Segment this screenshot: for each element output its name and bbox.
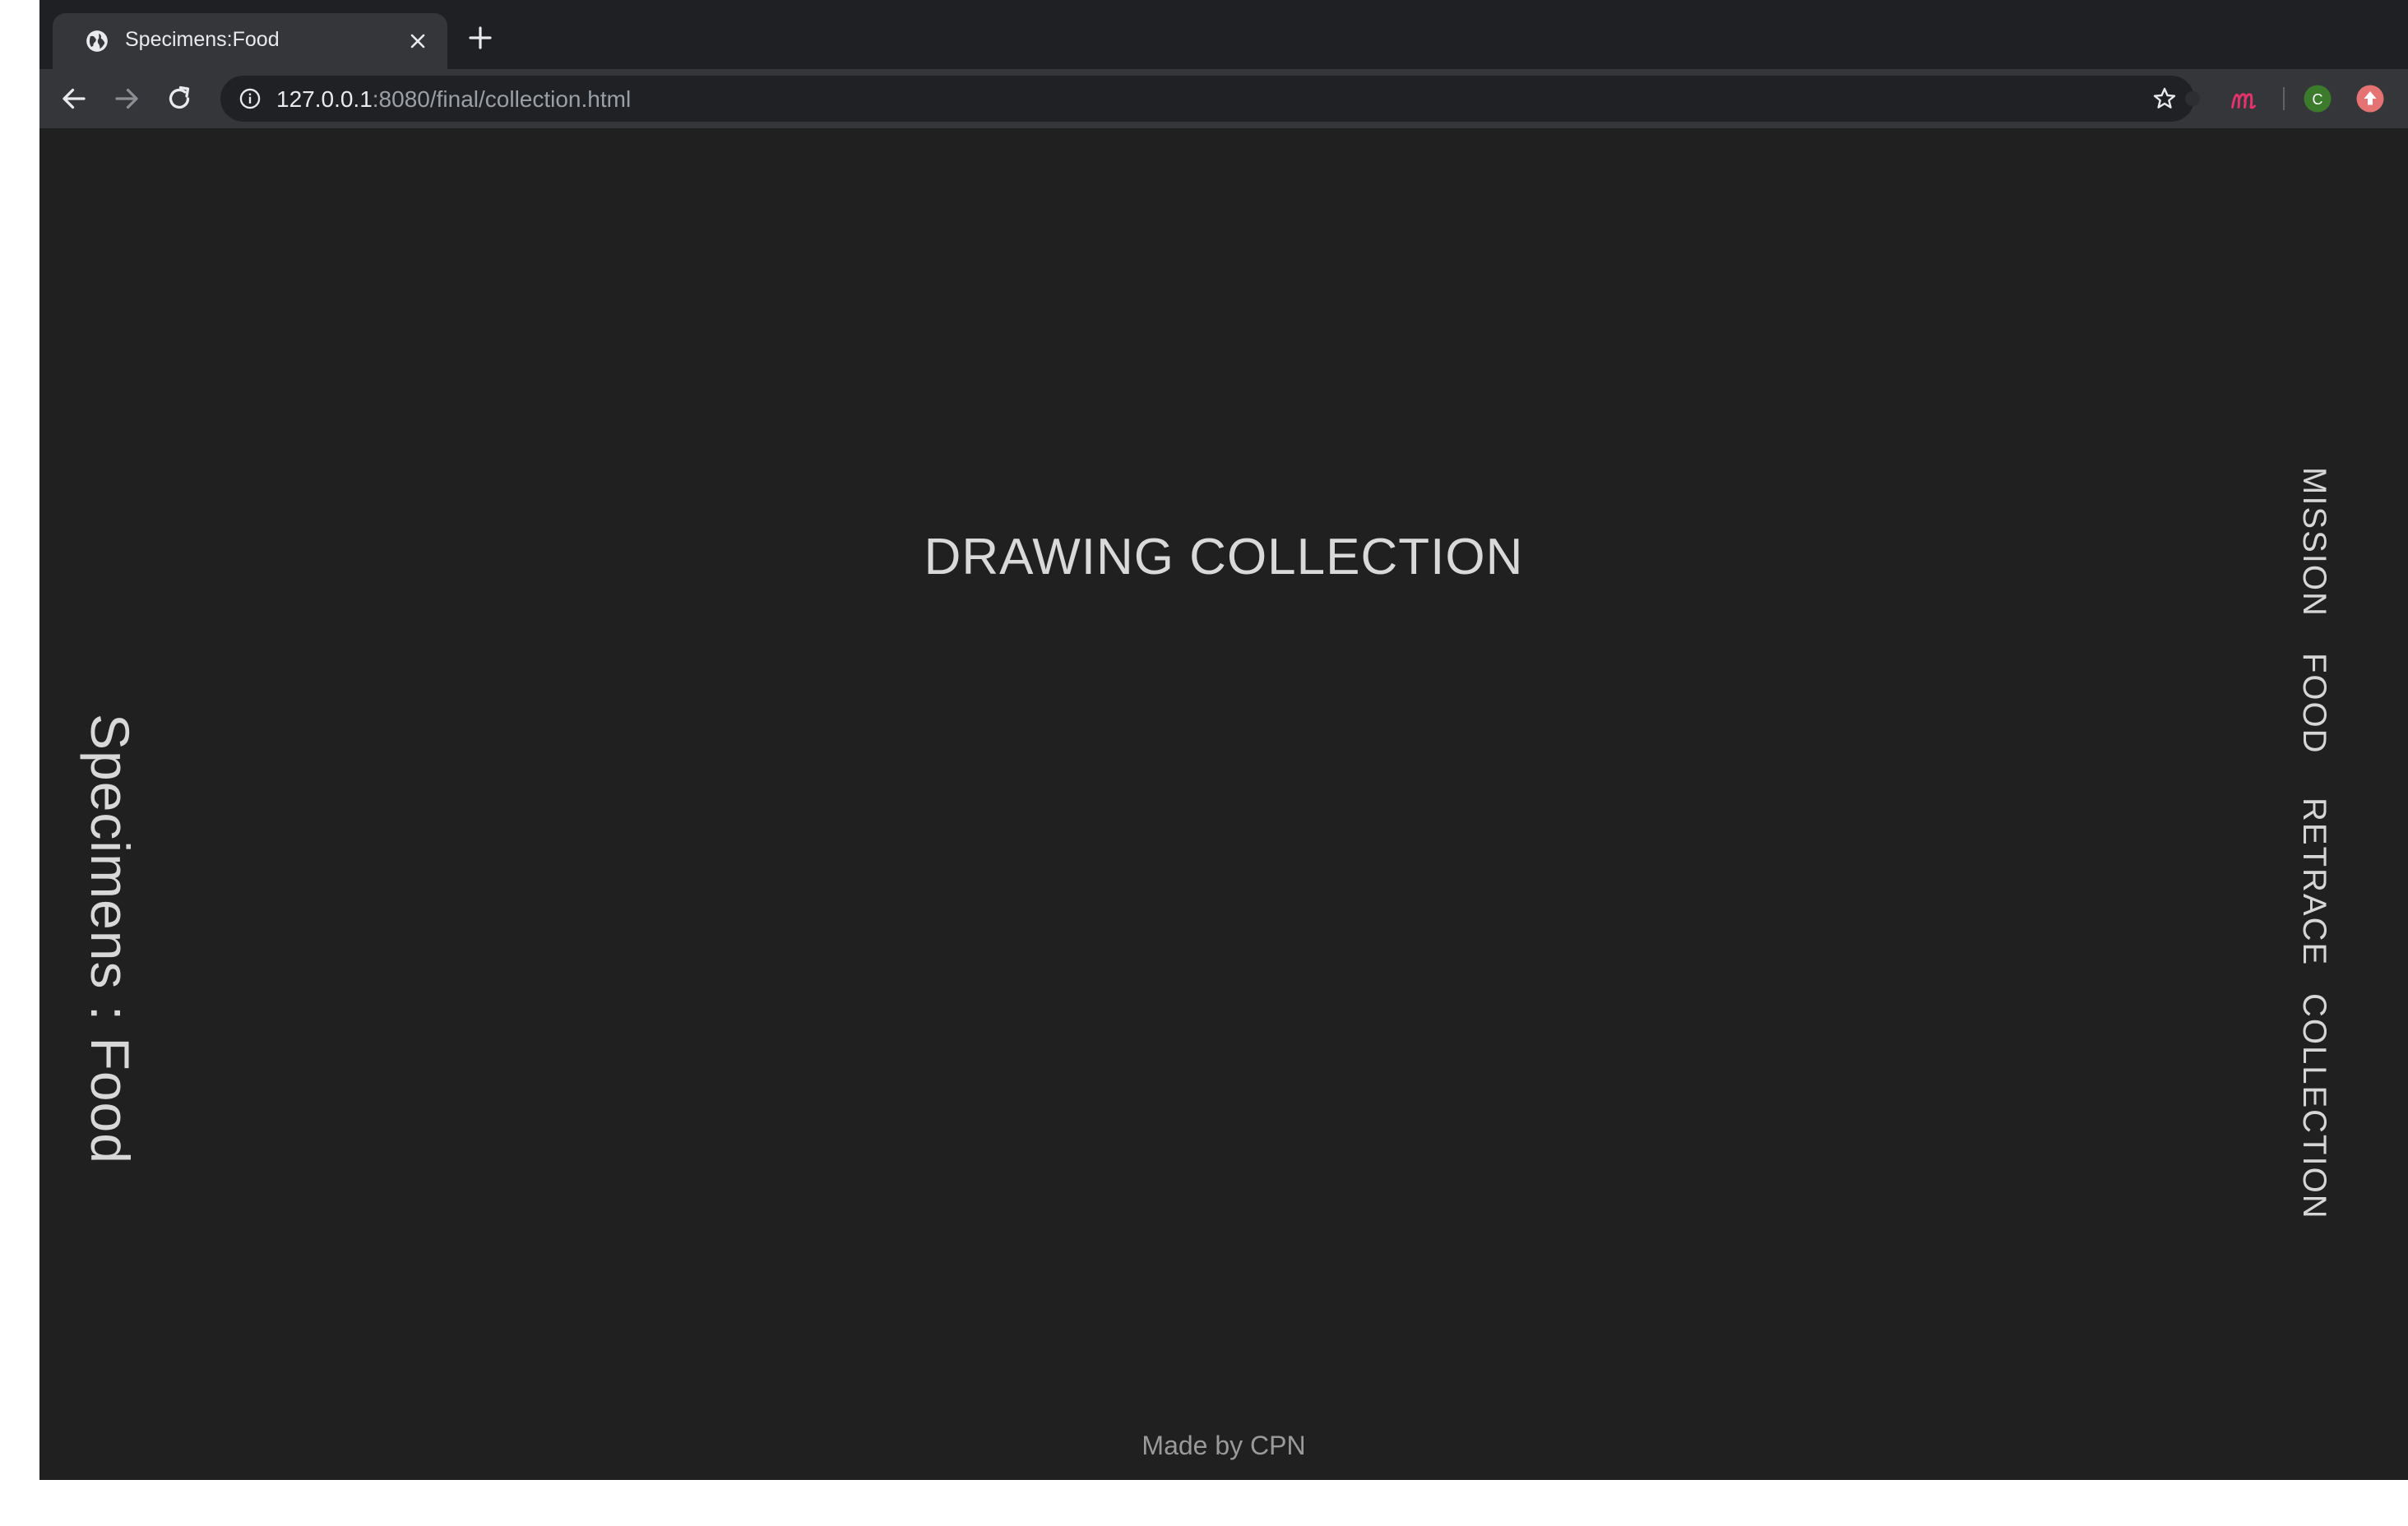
info-icon[interactable] [238, 87, 262, 110]
new-tab-plus-icon[interactable] [467, 25, 493, 51]
nav-link-mission[interactable]: MISSION [2295, 467, 2332, 617]
toolbar-divider [2283, 87, 2285, 110]
profile-initial: C [2313, 91, 2323, 108]
url-host: 127.0.0.1 [276, 86, 373, 112]
browser-toolbar: 127.0.0.1:8080/final/collection.html C [39, 69, 2408, 128]
extension-upload-icon[interactable] [2355, 84, 2385, 113]
forward-arrow-icon[interactable] [112, 84, 141, 113]
url-text[interactable]: 127.0.0.1:8080/final/collection.html [276, 86, 631, 113]
footer-credit: Made by CPN [1141, 1431, 1306, 1460]
profile-avatar-icon[interactable]: C [2303, 84, 2332, 113]
browser-tab[interactable]: Specimens:Food [53, 13, 447, 69]
address-bar[interactable]: 127.0.0.1:8080/final/collection.html [220, 76, 2194, 122]
reload-icon[interactable] [164, 84, 194, 113]
back-arrow-icon[interactable] [59, 84, 89, 113]
extension-faded-icon[interactable] [2178, 84, 2207, 113]
site-title[interactable]: Specimens : Food [79, 714, 141, 1164]
globe-icon [86, 30, 108, 52]
page-content: Specimens : Food DRAWING COLLECTION MISS… [39, 128, 2408, 1480]
extension-m-icon[interactable] [2229, 84, 2258, 113]
nav-link-retrace[interactable]: RETRACE [2295, 798, 2332, 966]
tab-strip: Specimens:Food [39, 0, 2408, 69]
bookmark-star-icon[interactable] [2151, 86, 2178, 112]
tab-title: Specimens:Food [125, 28, 280, 51]
url-path: :8080/final/collection.html [372, 86, 632, 112]
close-icon[interactable] [406, 30, 429, 53]
page-heading: DRAWING COLLECTION [924, 529, 1524, 585]
browser-window: Specimens:Food 127.0.0.1:8080/final/coll… [39, 0, 2408, 1480]
nav-link-collection[interactable]: COLLECTION [2295, 993, 2332, 1220]
nav-link-food[interactable]: FOOD [2295, 653, 2332, 755]
